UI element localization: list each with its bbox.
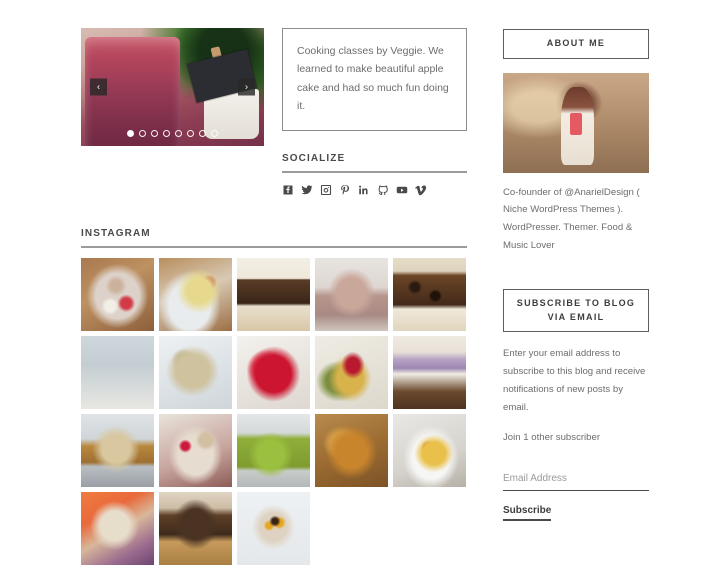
instagram-photo[interactable] <box>315 413 388 487</box>
socialize-widget: SOCIALIZE <box>282 153 467 196</box>
quote-widget: Cooking classes by Veggie. We learned to… <box>282 28 467 131</box>
instagram-widget: INSTAGRAM <box>81 228 467 565</box>
instagram-icon[interactable] <box>320 184 332 196</box>
slider-dot[interactable] <box>211 130 218 137</box>
instagram-photo[interactable] <box>237 491 310 565</box>
instagram-grid <box>81 257 467 565</box>
slider-next-arrow-icon[interactable]: › <box>238 78 255 96</box>
email-input[interactable] <box>503 473 649 492</box>
instagram-photo[interactable] <box>315 257 388 331</box>
instagram-photo[interactable] <box>159 335 232 409</box>
main-content-column: ‹ › Cooking classes by Veggie. We learne… <box>81 28 467 565</box>
instagram-photo[interactable] <box>237 335 310 409</box>
about-me-photo <box>503 72 649 173</box>
pinterest-icon[interactable] <box>339 184 351 196</box>
subscribe-description: Enter your email address to subscribe to… <box>503 348 646 413</box>
instagram-photo[interactable] <box>81 257 154 331</box>
instagram-photo[interactable] <box>81 491 154 565</box>
sidebar: ABOUT ME Co-founder of @AnarielDesign ( … <box>503 29 649 522</box>
instagram-photo[interactable] <box>159 491 232 565</box>
instagram-divider <box>81 245 467 248</box>
subscriber-count: Join 1 other subscriber <box>503 432 601 444</box>
about-me-widget: ABOUT ME Co-founder of @AnarielDesign ( … <box>503 29 649 254</box>
instagram-photo[interactable] <box>159 413 232 487</box>
featured-image-slider[interactable]: ‹ › <box>81 28 264 146</box>
slider-dot[interactable] <box>163 130 170 137</box>
slider-dot[interactable] <box>139 130 146 137</box>
youtube-icon[interactable] <box>396 184 408 196</box>
about-me-bio: Co-founder of @AnarielDesign ( Niche Wor… <box>503 186 640 251</box>
slider-prev-arrow-icon[interactable]: ‹ <box>90 78 107 96</box>
socialize-divider <box>282 170 467 173</box>
slider-dot[interactable] <box>187 130 194 137</box>
twitter-icon[interactable] <box>301 184 313 196</box>
subscribe-title: SUBSCRIBE TO BLOG VIA EMAIL <box>516 298 636 322</box>
subscribe-widget: SUBSCRIBE TO BLOG VIA EMAIL Enter your e… <box>503 289 649 522</box>
page-root: ‹ › Cooking classes by Veggie. We learne… <box>0 0 728 565</box>
instagram-photo[interactable] <box>393 335 466 409</box>
instagram-photo[interactable] <box>237 257 310 331</box>
slider-pagination-dots[interactable] <box>81 130 264 137</box>
slider-dot[interactable] <box>199 130 206 137</box>
instagram-photo[interactable] <box>237 413 310 487</box>
linkedin-icon[interactable] <box>358 184 370 196</box>
top-row: ‹ › Cooking classes by Veggie. We learne… <box>81 28 467 196</box>
facebook-icon[interactable] <box>282 184 294 196</box>
instagram-photo[interactable] <box>81 413 154 487</box>
right-top-column: Cooking classes by Veggie. We learned to… <box>282 28 467 196</box>
instagram-photo[interactable] <box>315 335 388 409</box>
instagram-title: INSTAGRAM <box>81 227 151 239</box>
slider-photo-clothespin <box>210 46 225 70</box>
instagram-photo[interactable] <box>393 413 466 487</box>
about-me-title-box: ABOUT ME <box>503 29 649 59</box>
instagram-photo[interactable] <box>159 257 232 331</box>
socialize-title: SOCIALIZE <box>282 152 346 164</box>
instagram-photo[interactable] <box>393 257 466 331</box>
slider-dot[interactable] <box>127 130 134 137</box>
subscribe-title-box: SUBSCRIBE TO BLOG VIA EMAIL <box>503 289 649 333</box>
github-icon[interactable] <box>377 184 389 196</box>
subscribe-button[interactable]: Subscribe <box>503 505 552 522</box>
instagram-photo[interactable] <box>81 335 154 409</box>
vimeo-icon[interactable] <box>415 184 427 196</box>
quote-text: Cooking classes by Veggie. We learned to… <box>297 45 449 113</box>
slider-dot[interactable] <box>175 130 182 137</box>
slider-dot[interactable] <box>151 130 158 137</box>
social-links <box>282 184 467 196</box>
about-me-title: ABOUT ME <box>546 38 606 48</box>
slider-photo-smoothie <box>81 28 264 146</box>
